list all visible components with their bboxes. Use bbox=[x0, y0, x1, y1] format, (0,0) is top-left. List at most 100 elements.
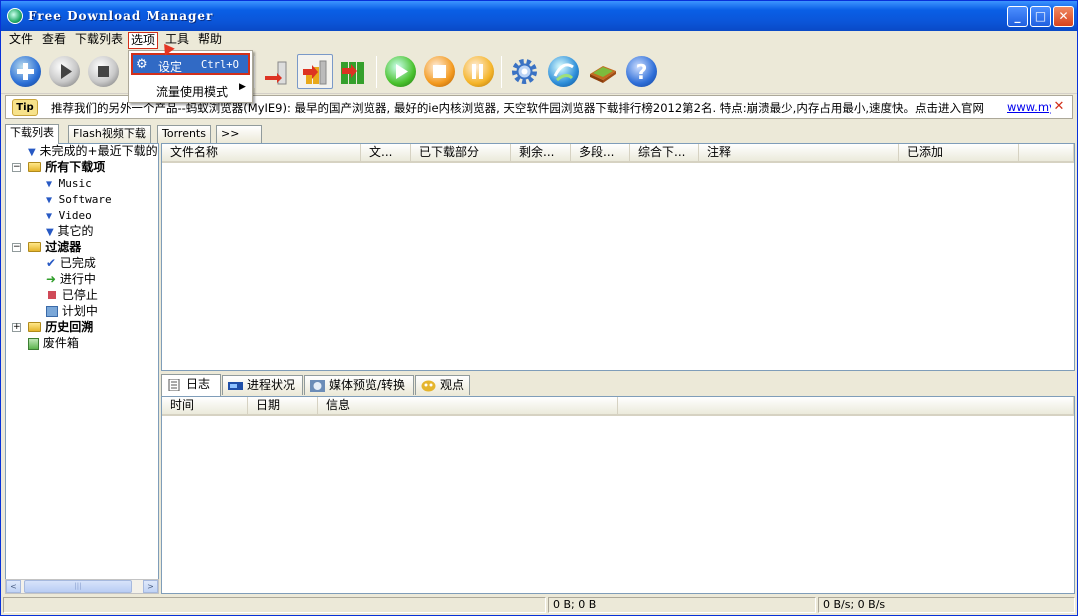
download-arrow-icon: ▼ bbox=[46, 179, 53, 190]
collapse-icon[interactable]: − bbox=[12, 243, 21, 252]
scroll-thumb[interactable]: ||| bbox=[24, 580, 132, 593]
settings-icon[interactable] bbox=[509, 56, 540, 87]
tree-item-all-downloads[interactable]: 所有下载项 bbox=[28, 160, 105, 176]
scroll-left-button[interactable]: < bbox=[6, 580, 21, 593]
download-arrow-icon: ▼ bbox=[46, 227, 54, 238]
expand-icon[interactable]: + bbox=[12, 323, 21, 332]
column-file-size[interactable]: 文... bbox=[361, 144, 411, 163]
recycle-bin-icon bbox=[28, 337, 39, 350]
tab-download-list[interactable]: 下载列表 bbox=[5, 124, 59, 144]
bottom-tabs: 日志 进程状况 媒体预览/转换 观点 bbox=[161, 374, 1075, 396]
stopped-icon bbox=[48, 291, 56, 299]
download-arrow-icon: ▼ bbox=[28, 147, 36, 158]
tab-media-preview[interactable]: 媒体预览/转换 bbox=[304, 375, 414, 395]
column-time[interactable]: 时间 bbox=[162, 397, 248, 416]
toolbar-separator bbox=[254, 56, 255, 88]
tip-close-button[interactable]: ✕ bbox=[1051, 99, 1067, 115]
tree-item-software[interactable]: ▼ Software bbox=[46, 192, 112, 208]
status-bytes: 0 B; 0 B bbox=[548, 597, 816, 613]
menu-help[interactable]: 帮助 bbox=[196, 32, 224, 49]
column-filler bbox=[1019, 144, 1074, 163]
play-icon[interactable] bbox=[49, 56, 80, 87]
media-icon bbox=[310, 379, 325, 392]
help-icon[interactable]: ? bbox=[626, 56, 657, 87]
tree-horizontal-scrollbar[interactable]: < ||| > bbox=[5, 579, 159, 594]
menu-options[interactable]: 选项 bbox=[128, 32, 159, 49]
tab-more[interactable]: >> bbox=[216, 125, 262, 143]
menu-item-traffic-mode[interactable]: 流量使用模式 ▶ bbox=[131, 81, 250, 101]
scroll-right-button[interactable]: > bbox=[143, 580, 158, 593]
close-button[interactable]: ✕ bbox=[1053, 6, 1074, 27]
column-remaining[interactable]: 剩余... bbox=[511, 144, 571, 163]
tree-item-recycle-bin[interactable]: 废件箱 bbox=[28, 336, 79, 352]
minimize-button[interactable]: _ bbox=[1007, 6, 1028, 27]
menu-view[interactable]: 查看 bbox=[40, 32, 68, 49]
download-list[interactable]: 文件名称 文... 已下载部分 剩余... 多段... 综合下... 注释 已添… bbox=[161, 143, 1075, 371]
tree-item-music[interactable]: ▼ Music bbox=[46, 176, 92, 192]
category-tree: ▼ 未完成的+最近下载的 − 所有下载项 ▼ Music ▼ Software … bbox=[5, 143, 159, 594]
start-all-icon[interactable] bbox=[385, 56, 416, 87]
tree-item-in-progress[interactable]: ➜ 进行中 bbox=[46, 272, 96, 288]
log-icon bbox=[167, 378, 182, 392]
folder-icon bbox=[28, 242, 41, 252]
speed-low-icon[interactable] bbox=[260, 56, 291, 87]
speed-mid-icon[interactable] bbox=[297, 54, 333, 89]
column-info[interactable]: 信息 bbox=[318, 397, 618, 416]
column-overall-speed[interactable]: 综合下... bbox=[630, 144, 699, 163]
settings-gear-icon: ⚙ bbox=[136, 57, 148, 72]
toolbar-separator bbox=[501, 56, 502, 88]
status-pane-main bbox=[3, 597, 546, 613]
column-date[interactable]: 日期 bbox=[248, 397, 318, 416]
column-comment[interactable]: 注释 bbox=[699, 144, 899, 163]
menu-item-settings[interactable]: ⚙ 设定 Ctrl+O bbox=[131, 53, 250, 75]
tree-item-incomplete-recent[interactable]: ▼ 未完成的+最近下载的 bbox=[28, 144, 158, 160]
folder-icon bbox=[28, 162, 41, 172]
arrow-right-icon: ➜ bbox=[46, 272, 57, 286]
column-file-name[interactable]: 文件名称 bbox=[162, 144, 361, 163]
main-window: Free Download Manager _ □ ✕ 文件 查看 下载列表 选… bbox=[0, 0, 1078, 616]
status-bar: 0 B; 0 B 0 B/s; 0 B/s bbox=[1, 595, 1077, 615]
tree-item-stopped[interactable]: 已停止 bbox=[46, 288, 98, 304]
speed-high-icon[interactable] bbox=[338, 56, 369, 87]
tree-item-completed[interactable]: ✔ 已完成 bbox=[46, 256, 96, 272]
check-icon: ✔ bbox=[46, 256, 57, 270]
tab-opinions[interactable]: 观点 bbox=[415, 375, 470, 395]
app-icon bbox=[7, 8, 23, 24]
tree-item-video[interactable]: ▼ Video bbox=[46, 208, 92, 224]
calendar-icon bbox=[46, 306, 58, 317]
menu-file[interactable]: 文件 bbox=[7, 32, 35, 49]
column-downloaded[interactable]: 已下载部分 bbox=[411, 144, 511, 163]
title-bar[interactable]: Free Download Manager _ □ ✕ bbox=[1, 1, 1077, 31]
submenu-arrow-icon: ▶ bbox=[239, 82, 246, 92]
tree-item-scheduled[interactable]: 计划中 bbox=[46, 304, 98, 320]
svg-text:?: ? bbox=[636, 60, 648, 84]
column-added[interactable]: 已添加 bbox=[899, 144, 1019, 163]
collapse-icon[interactable]: − bbox=[12, 163, 21, 172]
tab-torrents[interactable]: Torrents bbox=[157, 125, 211, 143]
schedule-icon[interactable] bbox=[463, 56, 494, 87]
stop-icon[interactable] bbox=[88, 56, 119, 87]
settings-shortcut: Ctrl+O bbox=[201, 59, 239, 71]
tip-link[interactable]: www.myie9.com bbox=[1007, 100, 1051, 114]
tab-progress[interactable]: 进程状况 bbox=[222, 375, 303, 395]
toolbar-separator bbox=[376, 56, 377, 88]
column-filler bbox=[618, 397, 1074, 416]
site-manager-icon[interactable] bbox=[548, 56, 579, 87]
add-icon[interactable] bbox=[10, 56, 41, 87]
column-sections[interactable]: 多段... bbox=[571, 144, 630, 163]
maximize-button[interactable]: □ bbox=[1030, 6, 1051, 27]
tab-log[interactable]: 日志 bbox=[161, 374, 221, 396]
tree-item-history[interactable]: 历史回溯 bbox=[28, 320, 93, 336]
log-list[interactable]: 时间 日期 信息 bbox=[161, 396, 1075, 594]
progress-icon bbox=[228, 379, 243, 391]
download-arrow-icon: ▼ bbox=[46, 195, 53, 206]
status-speed: 0 B/s; 0 B/s bbox=[818, 597, 1075, 613]
options-dropdown-menu: ⚙ 设定 Ctrl+O 流量使用模式 ▶ bbox=[128, 50, 253, 103]
menu-download-list[interactable]: 下载列表 bbox=[73, 32, 125, 49]
tree-item-filters[interactable]: 过滤器 bbox=[28, 240, 81, 256]
window-title: Free Download Manager bbox=[28, 9, 214, 23]
tab-flash-video[interactable]: Flash视频下载 bbox=[68, 125, 151, 143]
tree-item-other[interactable]: ▼ 其它的 bbox=[46, 224, 94, 240]
book-icon[interactable] bbox=[587, 56, 618, 87]
stop-all-icon[interactable] bbox=[424, 56, 455, 87]
